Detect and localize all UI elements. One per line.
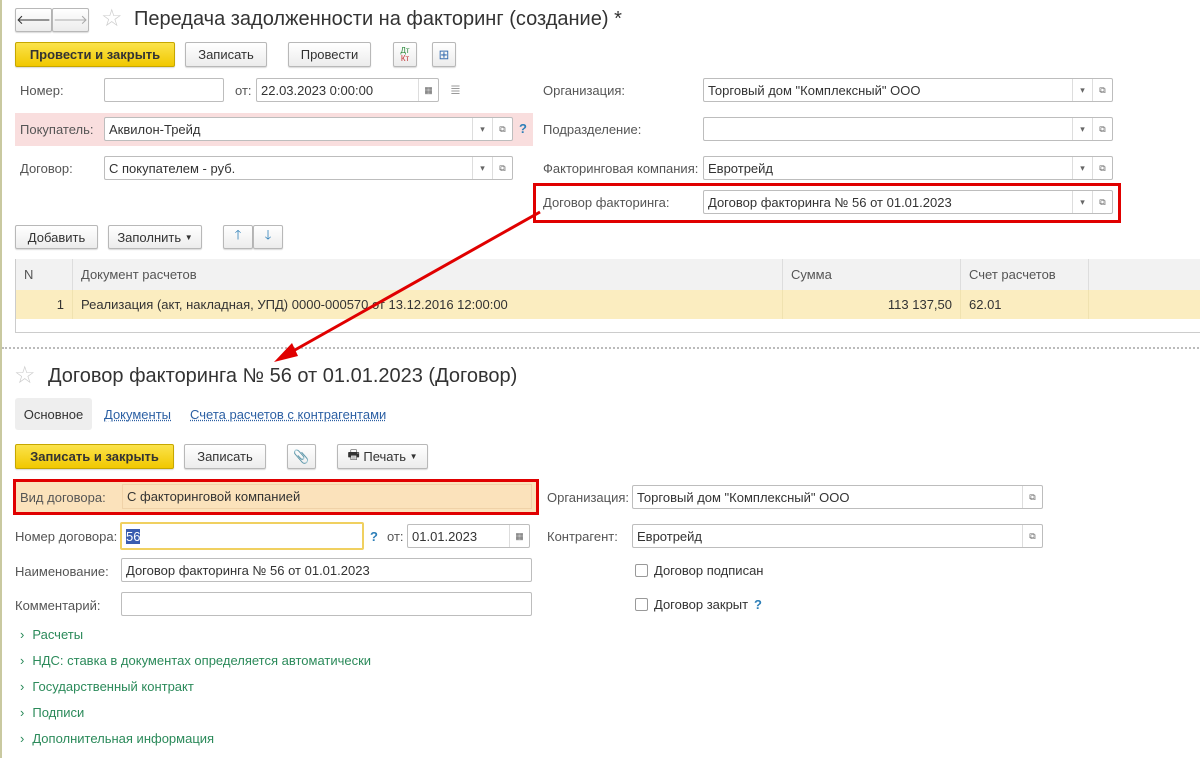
name-label: Наименование:: [15, 564, 109, 579]
group-settlements[interactable]: › Расчеты: [20, 627, 83, 642]
counterparty-value: Евротрейд: [637, 528, 703, 544]
signed-label: Договор подписан: [654, 563, 764, 578]
chevron-right-icon: ›: [20, 679, 25, 694]
org-label: Организация:: [547, 490, 630, 505]
help-icon[interactable]: ?: [754, 597, 762, 612]
contract-number-input[interactable]: 56: [120, 522, 364, 550]
group-label: НДС: ставка в документах определяется ав…: [32, 653, 372, 668]
chevron-right-icon: ›: [20, 653, 25, 668]
group-signatures[interactable]: › Подписи: [20, 705, 84, 720]
save-and-close-button[interactable]: Записать и закрыть: [15, 444, 174, 469]
open-icon[interactable]: ⧉: [1022, 525, 1042, 547]
comment-label: Комментарий:: [15, 598, 101, 613]
name-input[interactable]: Договор факторинга № 56 от 01.01.2023: [121, 558, 532, 582]
tab-documents[interactable]: Документы: [104, 407, 171, 422]
group-label: Государственный контракт: [32, 679, 194, 694]
closed-label: Договор закрыт: [654, 597, 749, 612]
chevron-down-icon: ▼: [409, 452, 418, 461]
date-label: от:: [387, 529, 404, 544]
contract-title: Договор факторинга № 56 от 01.01.2023 (Д…: [48, 365, 518, 387]
org-value: Торговый дом "Комплексный" ООО: [637, 489, 850, 505]
comment-input[interactable]: [121, 592, 532, 616]
open-icon[interactable]: ⧉: [1022, 486, 1042, 508]
chevron-right-icon: ›: [20, 731, 25, 746]
num-value: 56: [126, 528, 141, 544]
org-input[interactable]: Торговый дом "Комплексный" ООО ⧉: [632, 485, 1043, 509]
group-label: Дополнительная информация: [32, 731, 215, 746]
tab-accounts[interactable]: Счета расчетов с контрагентами: [190, 407, 386, 422]
kind-value: С факторинговой компанией: [122, 484, 532, 509]
help-icon[interactable]: ?: [370, 529, 378, 544]
printer-icon: 🖶: [347, 446, 360, 462]
contract-date-input[interactable]: 01.01.2023 ▦: [407, 524, 530, 548]
signed-checkbox[interactable]: [635, 564, 648, 577]
group-vat[interactable]: › НДС: ставка в документах определяется а…: [20, 653, 371, 668]
date-value: 01.01.2023: [412, 528, 478, 544]
num-label: Номер договора:: [15, 529, 118, 544]
kind-label: Вид договора:: [20, 490, 106, 505]
group-label: Расчеты: [32, 627, 84, 642]
group-state-contract[interactable]: › Государственный контракт: [20, 679, 194, 694]
chevron-right-icon: ›: [20, 705, 25, 720]
calendar-icon[interactable]: ▦: [509, 525, 529, 547]
group-additional-info[interactable]: › Дополнительная информация: [20, 731, 214, 746]
save-button[interactable]: Записать: [184, 444, 266, 469]
counterparty-label: Контрагент:: [547, 529, 618, 544]
attach-button[interactable]: 📎: [287, 444, 316, 469]
closed-checkbox[interactable]: [635, 598, 648, 611]
chevron-right-icon: ›: [20, 627, 25, 642]
tab-main[interactable]: Основное: [15, 398, 92, 430]
paperclip-icon: 📎: [293, 448, 310, 464]
counterparty-input[interactable]: Евротрейд ⧉: [632, 524, 1043, 548]
group-label: Подписи: [32, 705, 85, 720]
print-button[interactable]: 🖶 Печать ▼: [337, 444, 428, 469]
print-label: Печать: [363, 449, 406, 464]
favorite-star-icon[interactable]: ☆: [14, 361, 36, 390]
